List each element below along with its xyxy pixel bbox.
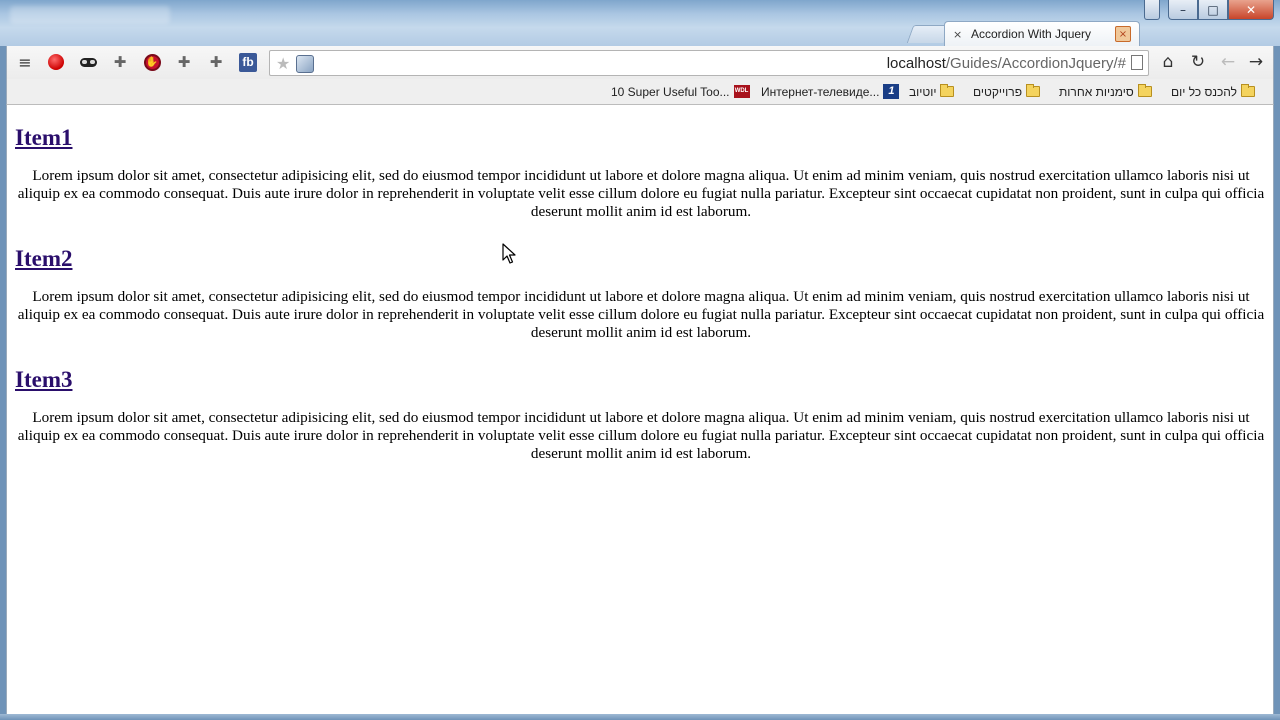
bookmarks-bar: 10 Super Useful Too... WDL Интернет-теле… xyxy=(6,79,1274,105)
puzzle-extension-icon[interactable]: ✚ xyxy=(111,53,129,71)
folder-icon xyxy=(1137,84,1152,97)
page-document-icon xyxy=(1131,55,1143,70)
accordion-panel-text: Lorem ipsum dolor sit amet, consectetur … xyxy=(17,409,1265,462)
window-controls: – □ ✕ xyxy=(1144,0,1274,20)
record-extension-icon[interactable] xyxy=(47,53,65,71)
tab-title: Accordion With Jquery xyxy=(971,27,1092,41)
folder-icon xyxy=(940,84,955,97)
accordion-header-item3[interactable]: Item3 xyxy=(15,366,72,394)
scroll-up-icon[interactable] xyxy=(1144,0,1160,20)
url-text[interactable]: localhost/Guides/AccordionJquery/# xyxy=(887,55,1126,72)
window-title-blurred xyxy=(10,6,170,24)
bookmark-item[interactable]: Интернет-телевиде... 1 xyxy=(761,82,900,101)
url-path: /Guides/AccordionJquery/# xyxy=(945,55,1126,72)
home-icon[interactable]: ⌂ xyxy=(1159,52,1177,72)
close-window-button[interactable]: ✕ xyxy=(1228,0,1274,20)
accordion-section: Item3 Lorem ipsum dolor sit amet, consec… xyxy=(15,366,1267,463)
incognito-mask-icon[interactable] xyxy=(79,53,97,71)
adblock-stop-icon[interactable]: ✋ xyxy=(143,53,161,71)
bookmark-star-icon[interactable]: ★ xyxy=(276,54,290,73)
tab-accordion-with-jquery[interactable]: × Accordion With Jquery × xyxy=(944,21,1140,46)
folder-icon xyxy=(1026,84,1041,97)
accordion-panel-text: Lorem ipsum dolor sit amet, consectetur … xyxy=(17,288,1265,341)
bookmark-item[interactable]: להכנס כל יום xyxy=(1171,82,1259,101)
accordion-header-item1[interactable]: Item1 xyxy=(15,124,72,152)
puzzle-extension-icon[interactable]: ✚ xyxy=(207,53,225,71)
tab-close-icon[interactable]: × xyxy=(953,28,967,41)
forward-arrow-icon[interactable]: → xyxy=(1247,52,1265,72)
accordion-section: Item2 Lorem ipsum dolor sit amet, consec… xyxy=(15,245,1267,342)
bookmark-item[interactable]: סימניות אחרות xyxy=(1059,82,1156,101)
window-bottom-border xyxy=(0,714,1280,720)
bookmark-item[interactable]: יוטיוב xyxy=(909,82,958,101)
menu-icon[interactable]: ≡ xyxy=(16,53,34,72)
tab-favicon-icon: × xyxy=(1115,26,1131,42)
minimize-button[interactable]: – xyxy=(1168,0,1198,20)
reload-icon[interactable]: ↻ xyxy=(1189,52,1207,72)
facebook-icon[interactable]: fb xyxy=(239,52,257,72)
puzzle-extension-icon[interactable]: ✚ xyxy=(175,53,193,71)
bookmark-item[interactable]: 10 Super Useful Too... WDL xyxy=(611,82,750,101)
accordion-header-item2[interactable]: Item2 xyxy=(15,245,72,273)
url-host: localhost xyxy=(886,55,946,72)
mouse-cursor-icon xyxy=(502,243,516,264)
back-arrow-icon[interactable]: ← xyxy=(1219,52,1237,72)
site-info-cube-icon[interactable] xyxy=(296,55,314,73)
page-viewport: Item1 Lorem ipsum dolor sit amet, consec… xyxy=(6,105,1274,714)
browser-toolbar: ≡ ✚ ✋ ✚ ✚ fb ★ localhost/Guides/Accordio… xyxy=(6,46,1274,79)
accordion-section: Item1 Lorem ipsum dolor sit amet, consec… xyxy=(15,124,1267,221)
wdl-icon: WDL xyxy=(733,85,750,98)
accordion-panel-text: Lorem ipsum dolor sit amet, consectetur … xyxy=(17,167,1265,220)
folder-icon xyxy=(1241,84,1256,97)
address-bar[interactable]: ★ localhost/Guides/AccordionJquery/# xyxy=(269,50,1149,76)
bookmark-item[interactable]: פרוייקטים xyxy=(973,82,1044,101)
maximize-button[interactable]: □ xyxy=(1198,0,1228,20)
channel1-icon: 1 xyxy=(883,84,900,99)
